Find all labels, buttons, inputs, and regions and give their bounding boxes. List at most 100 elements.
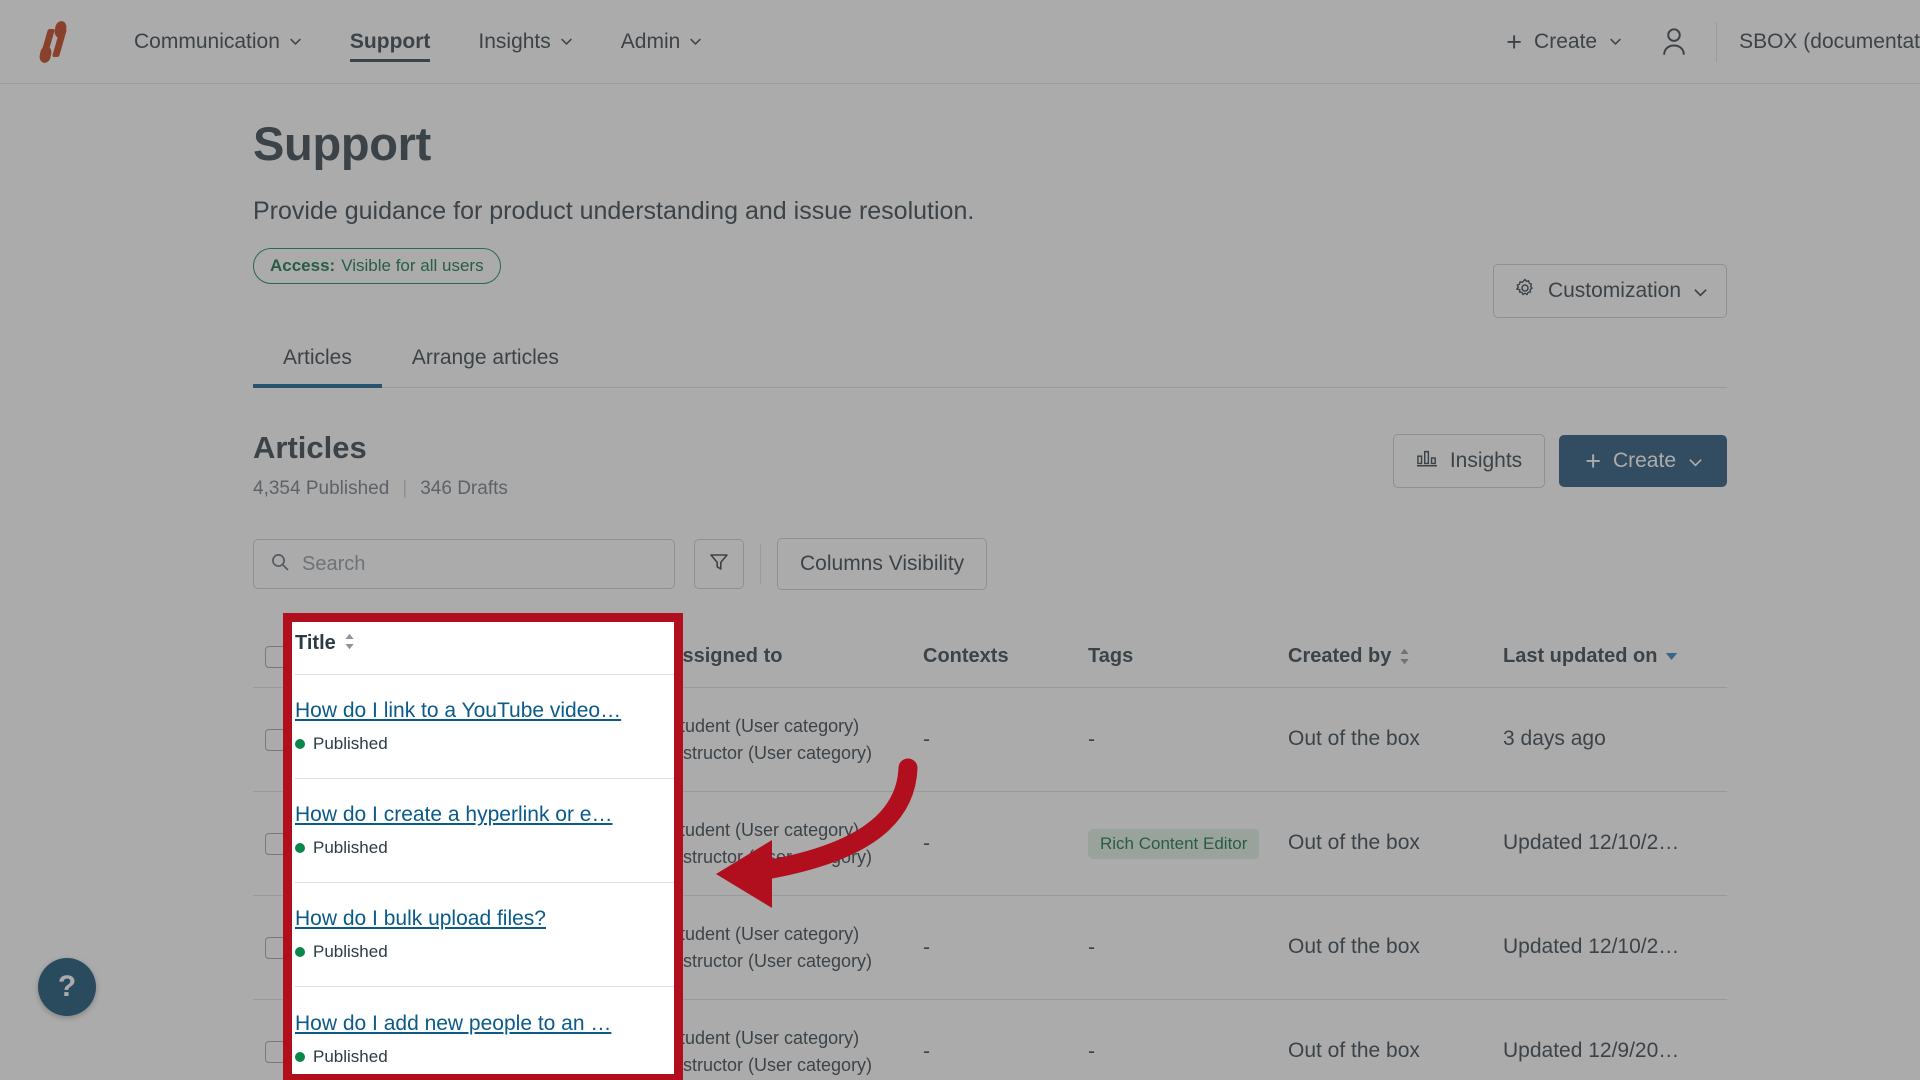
article-status: Published xyxy=(315,955,668,975)
cell-contexts: - xyxy=(923,832,1088,856)
table-header-row: Title Assigned to Contexts Tags Created … xyxy=(253,626,1727,688)
column-header-assigned-to[interactable]: Assigned to xyxy=(668,645,923,668)
cell-last-updated: Updated 12/10/2… xyxy=(1503,932,1725,962)
nav-divider xyxy=(1716,21,1718,62)
drafts-count: 346 Drafts xyxy=(420,478,508,499)
table-row[interactable]: How do I link to a YouTube video… Publis… xyxy=(253,688,1727,792)
user-icon xyxy=(1663,27,1685,55)
select-all-checkbox[interactable] xyxy=(265,645,287,668)
customization-label: Customization xyxy=(1547,279,1681,302)
tags-empty-value: - xyxy=(1088,935,1095,959)
contexts-value: - xyxy=(923,727,930,751)
cell-title: How do I add new people to an … Publishe… xyxy=(303,1024,668,1079)
table-row[interactable]: How do I add new people to an … Publishe… xyxy=(253,1000,1727,1080)
tab-arrange-articles-label: Arrange articles xyxy=(411,346,559,369)
row-checkbox[interactable] xyxy=(265,832,287,855)
chevron-down-icon xyxy=(289,35,302,48)
sort-both-icon xyxy=(364,648,375,665)
assigned-line-1: Student (User category) xyxy=(668,820,860,841)
cell-assigned-to: Student (User category) Instructor (User… xyxy=(668,921,923,973)
plus-icon: + xyxy=(1585,446,1601,476)
insights-label: Insights xyxy=(1449,449,1523,472)
row-select-cell xyxy=(253,936,303,959)
chevron-down-icon xyxy=(560,35,573,48)
content-inner: Support Provide guidance for product und… xyxy=(253,84,1727,1080)
column-header-contexts[interactable]: Contexts xyxy=(923,645,1088,668)
access-badge-value: Visible for all users xyxy=(341,256,484,275)
last-updated-value: 3 days ago xyxy=(1503,727,1606,751)
tab-arrange-articles[interactable]: Arrange articles xyxy=(382,332,589,387)
row-checkbox[interactable] xyxy=(265,728,287,751)
section-header: Articles 4,354 Published | 346 Drafts In… xyxy=(253,430,1727,504)
filter-button[interactable] xyxy=(694,539,744,589)
article-title-link[interactable]: How do I add new people to an … xyxy=(315,1024,668,1048)
user-account-button[interactable] xyxy=(1642,27,1706,57)
toolbar-divider xyxy=(760,544,761,584)
cell-contexts: - xyxy=(923,728,1088,752)
cell-last-updated: Updated 12/9/20… xyxy=(1503,1036,1725,1066)
global-create-button[interactable]: + Create xyxy=(1486,18,1642,66)
top-navigation-bar: Communication Support Insights Admin + C… xyxy=(0,0,1920,84)
create-article-button[interactable]: + Create xyxy=(1559,435,1727,487)
customization-button[interactable]: Customization xyxy=(1492,264,1727,318)
sort-descending-icon xyxy=(1665,652,1678,661)
article-status-label: Published xyxy=(333,1059,408,1078)
chevron-down-icon xyxy=(689,35,702,48)
row-checkbox[interactable] xyxy=(265,1040,287,1063)
column-header-title[interactable]: Title xyxy=(303,645,668,668)
contexts-value: - xyxy=(923,935,930,959)
assigned-line-2: Instructor (User category) xyxy=(668,846,873,867)
help-button[interactable]: ? xyxy=(38,958,96,1016)
table-row[interactable]: How do I create a hyperlink or e… Publis… xyxy=(253,792,1727,896)
cell-tags: - xyxy=(1088,728,1288,752)
create-article-label: Create xyxy=(1612,449,1676,472)
cell-assigned-to: Student (User category) Instructor (User… xyxy=(668,817,923,869)
chevron-down-icon xyxy=(1693,285,1707,298)
brand-logo[interactable] xyxy=(0,19,110,64)
row-select-cell xyxy=(253,728,303,751)
column-header-tags[interactable]: Tags xyxy=(1088,645,1288,668)
primary-nav-links: Communication Support Insights Admin xyxy=(110,0,726,84)
tags-empty-value: - xyxy=(1088,1039,1095,1063)
columns-visibility-button[interactable]: Columns Visibility xyxy=(777,538,988,590)
created-by-value: Out of the box xyxy=(1288,831,1420,855)
account-name[interactable]: SBOX (documentat xyxy=(1727,30,1920,54)
row-checkbox[interactable] xyxy=(265,936,287,959)
tab-articles[interactable]: Articles xyxy=(253,332,382,388)
table-row[interactable]: How do I bulk upload files? Published St… xyxy=(253,896,1727,1000)
search-box[interactable] xyxy=(253,539,675,589)
nav-label-insights: Insights xyxy=(478,29,551,53)
article-title-link[interactable]: How do I create a hyperlink or e… xyxy=(315,816,668,840)
cell-assigned-to: Student (User category) Instructor (User… xyxy=(668,713,923,765)
cell-created-by: Out of the box xyxy=(1288,1036,1503,1066)
article-title-link[interactable]: How do I bulk upload files? xyxy=(315,920,668,944)
column-header-created-by[interactable]: Created by xyxy=(1288,645,1503,668)
column-header-last-updated-on[interactable]: Last updated on xyxy=(1503,645,1725,668)
sort-both-icon xyxy=(1399,648,1410,665)
bar-chart-icon xyxy=(1416,448,1438,474)
search-input[interactable] xyxy=(302,552,658,576)
nav-item-communication[interactable]: Communication xyxy=(110,0,326,84)
cell-created-by: Out of the box xyxy=(1288,932,1503,962)
nav-item-support[interactable]: Support xyxy=(326,0,454,84)
cell-assigned-to: Student (User category) Instructor (User… xyxy=(668,1025,923,1077)
article-title-link[interactable]: How do I link to a YouTube video… xyxy=(315,712,668,736)
column-header-contexts-label: Contexts xyxy=(923,645,1009,667)
page-subtitle: Provide guidance for product understandi… xyxy=(253,197,975,225)
tags-empty-value: - xyxy=(1088,727,1095,751)
insights-button[interactable]: Insights xyxy=(1392,434,1546,488)
cell-title: How do I create a hyperlink or e… Publis… xyxy=(303,816,668,871)
column-header-tags-label: Tags xyxy=(1088,645,1134,667)
assigned-line-1: Student (User category) xyxy=(668,924,860,945)
chevron-down-icon xyxy=(1688,455,1702,468)
chevron-down-icon xyxy=(1609,35,1622,48)
cell-created-by: Out of the box xyxy=(1288,828,1503,858)
created-by-value: Out of the box xyxy=(1288,935,1420,959)
published-count: 4,354 Published xyxy=(253,478,390,499)
row-select-cell xyxy=(253,832,303,855)
nav-item-insights[interactable]: Insights xyxy=(454,0,596,84)
article-status-label: Published xyxy=(333,851,408,870)
nav-item-admin[interactable]: Admin xyxy=(597,0,727,84)
tag-chip[interactable]: Rich Content Editor xyxy=(1088,828,1260,859)
status-dot-icon xyxy=(315,856,325,866)
